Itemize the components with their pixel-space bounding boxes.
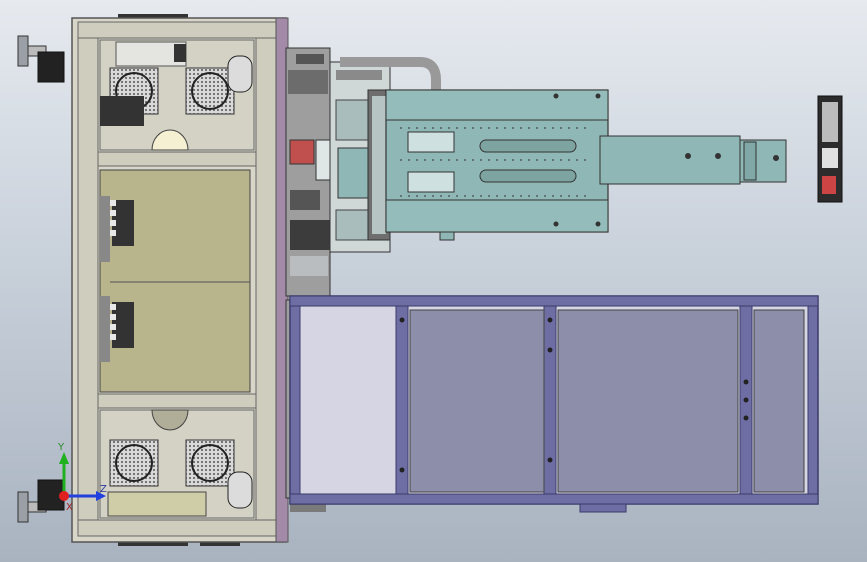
triad-z-label: Z [100, 484, 107, 495]
electrical-panel [99, 169, 251, 393]
side-view-part [817, 95, 843, 203]
leveling-foot-top [17, 35, 65, 83]
leveling-foot-bottom [17, 479, 65, 523]
cad-3d-viewport[interactable]: Y Z X [0, 0, 867, 562]
conveyor-frame[interactable] [289, 295, 819, 513]
upper-fan-module [99, 39, 255, 151]
triad-x-label: X [66, 502, 73, 513]
lower-fan-module [99, 409, 255, 519]
sliding-tray[interactable] [385, 89, 787, 241]
triad-y-label: Y [57, 442, 65, 453]
